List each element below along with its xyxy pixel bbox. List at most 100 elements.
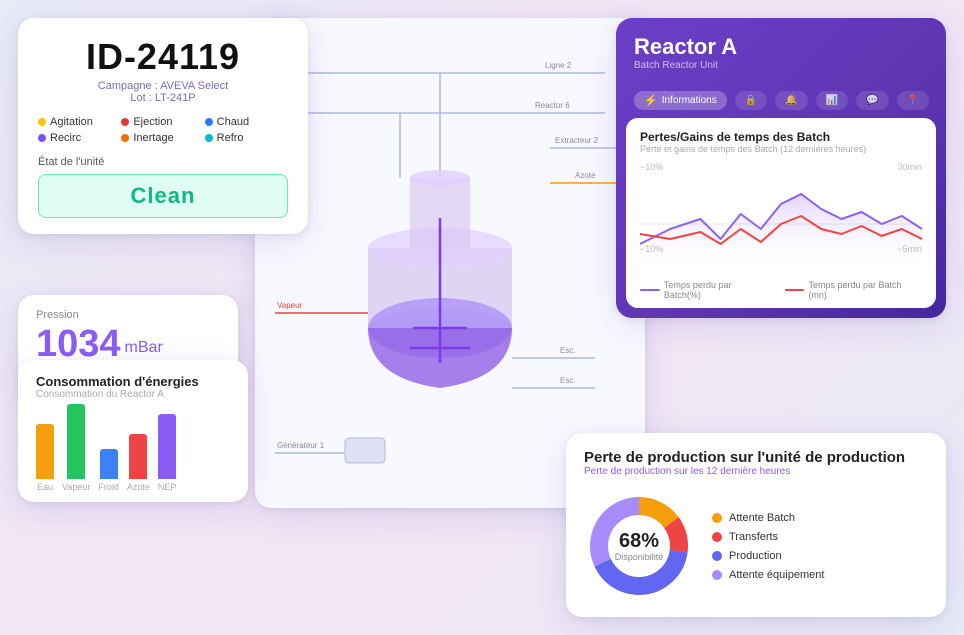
- tag-dot-inertage: [121, 134, 129, 142]
- donut-percentage: 68%: [615, 530, 664, 552]
- production-subtitle: Perte de production sur les 12 dernière …: [584, 466, 928, 477]
- tag-ejection: Ejection: [121, 116, 204, 128]
- legend-line-purple: [640, 289, 660, 291]
- donut-chart: 68% Disponibilité: [584, 491, 694, 601]
- tag-dot-refro: [205, 134, 213, 142]
- tag-agitation: Agitation: [38, 116, 121, 128]
- label-production: Production: [729, 550, 782, 562]
- campaign-label: Campagne : AVEVA Select: [38, 80, 288, 92]
- reactor-title: Reactor A: [634, 34, 928, 60]
- legend-production: Production: [712, 550, 824, 562]
- bar-group-eau: Eau: [36, 424, 54, 492]
- pressure-label: Pression: [36, 309, 220, 321]
- energy-bar-chart: Eau Vapeur Froid Azote NEP: [36, 412, 230, 492]
- label-transferts: Transferts: [729, 531, 778, 543]
- energy-subtitle: Consommation du Reactor A: [36, 389, 230, 400]
- production-title: Perte de production sur l'unité de produ…: [584, 449, 928, 466]
- bar-label-froid: Froid: [98, 482, 119, 492]
- donut-label: Disponibilité: [615, 552, 664, 562]
- chart-legend: Temps perdu par Batch(%) Temps perdu par…: [640, 280, 922, 300]
- svg-text:Reactor 6: Reactor 6: [535, 101, 570, 110]
- tab-location[interactable]: 📍: [897, 91, 929, 110]
- tab-chat[interactable]: 💬: [856, 91, 888, 110]
- tag-label-ejection: Ejection: [133, 116, 172, 128]
- tab-chart[interactable]: 📊: [816, 91, 848, 110]
- svg-text:Esc.: Esc.: [560, 346, 576, 355]
- bar-label-eau: Eau: [37, 482, 53, 492]
- id-card: ID-24119 Campagne : AVEVA Select Lot : L…: [18, 18, 308, 234]
- tag-recirc: Recirc: [38, 132, 121, 144]
- reactor-header: Reactor A Batch Reactor Unit: [616, 18, 946, 81]
- bar-azote: [129, 434, 147, 479]
- y-axis-top-left: −10%: [640, 162, 663, 172]
- location-icon: 📍: [907, 95, 919, 106]
- bar-nep: [158, 414, 176, 479]
- tags-grid: Agitation Ejection Chaud Recirc Inertage…: [38, 116, 288, 144]
- tag-refro: Refro: [205, 132, 288, 144]
- y-axis-bottom-right: −5min: [897, 244, 922, 254]
- chat-icon: 💬: [866, 95, 878, 106]
- svg-text:Vapeur: Vapeur: [277, 301, 303, 310]
- dot-production: [712, 551, 722, 561]
- reactor-tabs: ⚡ Informations 🔒 🔔 📊 💬 📍: [616, 91, 946, 118]
- tab-lock[interactable]: 🔒: [735, 91, 767, 110]
- production-card: Perte de production sur l'unité de produ…: [566, 433, 946, 617]
- legend-batch-pct: Temps perdu par Batch(%): [640, 280, 771, 300]
- svg-text:Azote: Azote: [575, 171, 596, 180]
- pressure-unit: mBar: [125, 339, 163, 357]
- tag-label-agitation: Agitation: [50, 116, 93, 128]
- label-attente-equipement: Attente équipement: [729, 569, 824, 581]
- energy-card: Consommation d'énergies Consommation du …: [18, 360, 248, 502]
- bar-eau: [36, 424, 54, 479]
- tab-bell[interactable]: 🔔: [775, 91, 807, 110]
- line-chart: −10% 30min −10% −5min: [640, 162, 922, 272]
- bell-icon: 🔔: [785, 95, 797, 106]
- y-axis-bottom-left: −10%: [640, 244, 663, 254]
- chart-title: Pertes/Gains de temps des Batch: [640, 130, 922, 144]
- tag-chaud: Chaud: [205, 116, 288, 128]
- bar-group-nep: NEP: [158, 414, 177, 492]
- bar-group-azote: Azote: [127, 434, 150, 492]
- reactor-subtitle: Batch Reactor Unit: [634, 60, 928, 71]
- reactor-diagram-svg: Ligne 1 Ligne 2 Reactor 6 Extracteur 2 A…: [255, 18, 625, 488]
- tag-label-refro: Refro: [217, 132, 244, 144]
- legend-label-red: Temps perdu par Batch (mn): [808, 280, 922, 300]
- tag-label-inertage: Inertage: [133, 132, 173, 144]
- bar-label-azote: Azote: [127, 482, 150, 492]
- state-badge: Clean: [38, 174, 288, 218]
- pressure-row: 1034 mBar: [36, 325, 220, 363]
- pressure-value: 1034: [36, 325, 121, 363]
- svg-text:Générateur 1: Générateur 1: [277, 441, 325, 450]
- dot-transferts: [712, 532, 722, 542]
- info-icon: ⚡: [644, 94, 658, 107]
- bar-vapeur: [67, 404, 85, 479]
- reactor-a-card: Reactor A Batch Reactor Unit ⚡ Informati…: [616, 18, 946, 318]
- bar-group-vapeur: Vapeur: [62, 404, 90, 492]
- legend-line-red: [785, 289, 805, 291]
- bar-group-froid: Froid: [98, 449, 119, 492]
- bar-label-vapeur: Vapeur: [62, 482, 90, 492]
- legend-attente-equipement: Attente équipement: [712, 569, 824, 581]
- production-legend: Attente Batch Transferts Production Atte…: [712, 512, 824, 581]
- id-number: ID-24119: [38, 36, 288, 78]
- tag-dot-chaud: [205, 118, 213, 126]
- tag-dot-agitation: [38, 118, 46, 126]
- chart-subtitle: Perte et gains de temps des Batch (12 de…: [640, 144, 922, 154]
- legend-label-purple: Temps perdu par Batch(%): [664, 280, 771, 300]
- tab-informations[interactable]: ⚡ Informations: [634, 91, 727, 110]
- donut-center: 68% Disponibilité: [615, 530, 664, 562]
- svg-text:Extracteur 2: Extracteur 2: [555, 136, 599, 145]
- tab-info-label: Informations: [662, 95, 717, 106]
- y-axis-top-right: 30min: [897, 162, 922, 172]
- dot-attente-batch: [712, 513, 722, 523]
- tag-label-recirc: Recirc: [50, 132, 81, 144]
- state-label: État de l'unité: [38, 156, 288, 168]
- tag-dot-ejection: [121, 118, 129, 126]
- legend-attente-batch: Attente Batch: [712, 512, 824, 524]
- svg-text:Ligne 2: Ligne 2: [545, 61, 572, 70]
- lock-icon: 🔒: [745, 95, 757, 106]
- energy-title: Consommation d'énergies: [36, 374, 230, 389]
- dot-attente-equipement: [712, 570, 722, 580]
- legend-batch-mn: Temps perdu par Batch (mn): [785, 280, 922, 300]
- legend-transferts: Transferts: [712, 531, 824, 543]
